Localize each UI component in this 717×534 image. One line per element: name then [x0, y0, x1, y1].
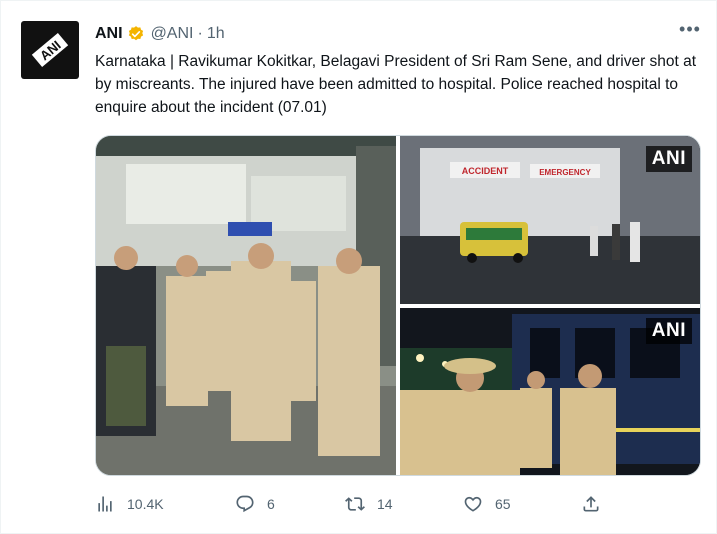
more-icon[interactable]: ••• [678, 20, 702, 43]
views-icon [98, 496, 112, 512]
media-photo-van[interactable]: ANI [400, 308, 700, 475]
avatar[interactable]: ANI [21, 21, 79, 79]
share-icon [583, 496, 599, 512]
reply-icon [236, 495, 254, 513]
views-button[interactable]: 10.4K [95, 491, 164, 517]
media-grid: ACCIDENT EMERGENCY ANI ANI [95, 135, 701, 476]
like-button[interactable]: 65 [463, 491, 511, 517]
verified-badge-icon [128, 26, 143, 41]
author-handle[interactable]: @ANI [151, 25, 194, 43]
ani-watermark: ANI [645, 146, 692, 172]
retweet-count: 14 [377, 496, 393, 512]
tweet-card[interactable]: ANI ANI @ANI · 1h ••• Karnataka | Raviku… [0, 0, 717, 534]
tweet-text: Karnataka | Ravikumar Kokitkar, Belagavi… [95, 53, 697, 116]
reply-count: 6 [267, 496, 275, 512]
media-photo-hospital[interactable]: ACCIDENT EMERGENCY ANI [400, 136, 700, 304]
media-photo-police[interactable] [96, 136, 396, 475]
retweet-button[interactable]: 14 [345, 491, 393, 517]
ani-logo-icon: ANI [29, 29, 71, 71]
share-button[interactable] [581, 491, 613, 517]
emergency-sign: EMERGENCY [539, 168, 591, 177]
like-count: 65 [495, 496, 511, 512]
accident-sign: ACCIDENT [462, 166, 509, 176]
views-count: 10.4K [127, 496, 164, 512]
author-name[interactable]: ANI [95, 25, 123, 43]
action-bar: 10.4K 6 14 65 [95, 491, 615, 517]
like-icon [464, 496, 482, 512]
timestamp[interactable]: 1h [207, 25, 225, 43]
police-scene-image [96, 136, 396, 475]
reply-button[interactable]: 6 [235, 491, 275, 517]
separator: · [197, 25, 203, 42]
ani-watermark: ANI [645, 318, 692, 344]
tweet-header: ANI @ANI · 1h [95, 23, 225, 45]
retweet-icon [345, 497, 365, 511]
